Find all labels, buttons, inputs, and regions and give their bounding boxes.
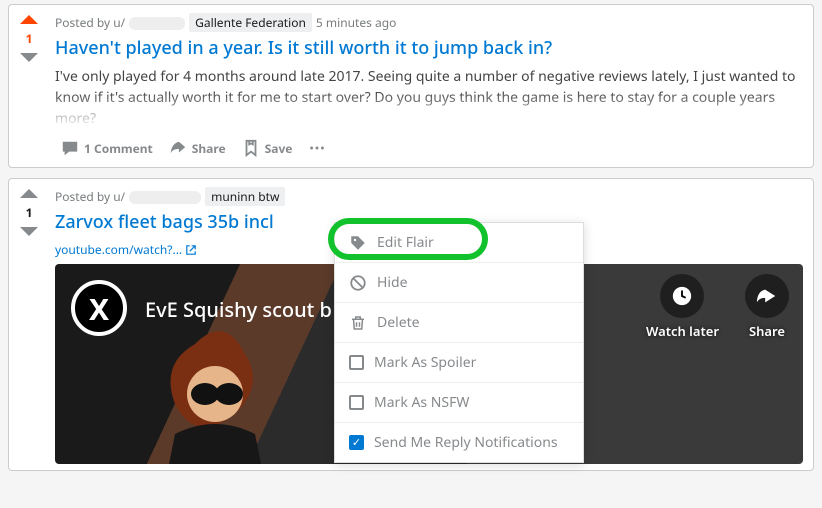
downvote-icon[interactable] bbox=[20, 227, 38, 236]
comments-button[interactable]: 1 Comment bbox=[55, 135, 159, 161]
menu-nsfw[interactable]: Mark As NSFW bbox=[335, 382, 583, 422]
checkbox-icon bbox=[349, 395, 364, 410]
posted-by-label: Posted by u/ bbox=[55, 188, 125, 205]
post-card: 1 Posted by u/ Gallente Federation 5 min… bbox=[8, 4, 814, 168]
menu-notify[interactable]: ✓ Send Me Reply Notifications bbox=[335, 422, 583, 462]
more-icon bbox=[308, 139, 326, 157]
source-link[interactable]: youtube.com/watch?... bbox=[55, 241, 197, 258]
comment-icon bbox=[61, 139, 79, 157]
share-button[interactable]: Share bbox=[163, 135, 232, 161]
share-icon bbox=[169, 139, 187, 157]
external-link-icon bbox=[185, 244, 197, 256]
channel-avatar-icon: X bbox=[71, 280, 127, 336]
hide-icon bbox=[349, 274, 367, 292]
user-flair[interactable]: Gallente Federation bbox=[189, 13, 312, 32]
bookmark-icon bbox=[242, 139, 260, 157]
video-title: EvE Squishy scout b bbox=[145, 296, 332, 323]
upvote-icon[interactable] bbox=[20, 15, 38, 24]
post-title[interactable]: Haven't played in a year. Is it still wo… bbox=[55, 36, 803, 60]
watch-later-button[interactable]: Watch later bbox=[646, 274, 719, 340]
more-button[interactable] bbox=[302, 135, 332, 161]
share-icon bbox=[745, 274, 789, 318]
score-value: 1 bbox=[26, 30, 33, 47]
checkbox-icon bbox=[349, 355, 364, 370]
posted-by-label: Posted by u/ bbox=[55, 14, 125, 31]
vote-column: 1 bbox=[9, 5, 49, 167]
thumbnail-art bbox=[135, 324, 315, 464]
author-link[interactable] bbox=[129, 14, 185, 31]
author-link[interactable] bbox=[129, 188, 201, 205]
menu-hide[interactable]: Hide bbox=[335, 262, 583, 302]
menu-spoiler[interactable]: Mark As Spoiler bbox=[335, 342, 583, 382]
post-body: Posted by u/ Gallente Federation 5 minut… bbox=[49, 5, 813, 167]
menu-edit-flair[interactable]: Edit Flair bbox=[335, 223, 583, 262]
thumbnail-overlay: Watch later Share bbox=[646, 274, 789, 340]
post-meta: Posted by u/ Gallente Federation 5 minut… bbox=[55, 13, 803, 32]
downvote-icon[interactable] bbox=[20, 53, 38, 62]
tag-icon bbox=[349, 234, 367, 252]
post-more-menu: Edit Flair Hide Delete Mark As Spoiler M… bbox=[334, 222, 584, 463]
timestamp: 5 minutes ago bbox=[316, 14, 396, 31]
score-value: 1 bbox=[26, 204, 33, 221]
vote-column: 1 bbox=[9, 179, 49, 470]
action-bar: 1 Comment Share Save bbox=[55, 129, 803, 161]
trash-icon bbox=[349, 314, 367, 332]
upvote-icon[interactable] bbox=[20, 189, 38, 198]
user-flair[interactable]: muninn btw bbox=[205, 187, 285, 206]
post-text: I've only played for 4 months around lat… bbox=[55, 66, 803, 129]
menu-delete[interactable]: Delete bbox=[335, 302, 583, 342]
clock-icon bbox=[660, 274, 704, 318]
checkbox-checked-icon: ✓ bbox=[349, 435, 364, 450]
video-share-button[interactable]: Share bbox=[745, 274, 789, 340]
save-button[interactable]: Save bbox=[236, 135, 299, 161]
post-meta: Posted by u/ muninn btw bbox=[55, 187, 803, 206]
